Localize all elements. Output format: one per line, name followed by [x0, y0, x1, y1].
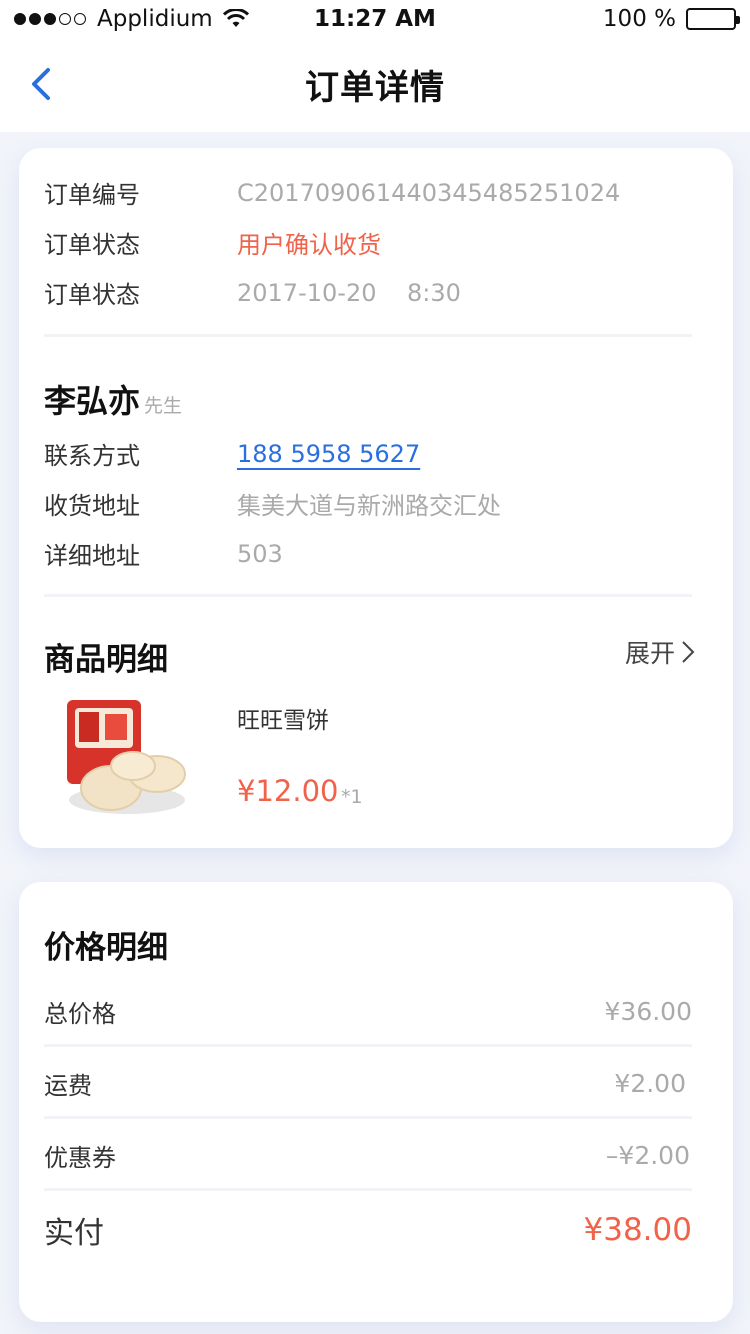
- chevron-right-icon: [682, 641, 695, 663]
- total-price-label: 总价格: [44, 1000, 116, 1028]
- battery-icon: [686, 8, 740, 30]
- order-status-row: 订单状态 用户确认收货: [44, 225, 381, 260]
- divider: [44, 594, 692, 597]
- nav-bar: 订单详情: [0, 40, 750, 132]
- total-price-value: ¥36.00: [604, 997, 692, 1026]
- order-number-value: C2017090614403454852510​24: [237, 178, 621, 207]
- shipping-value: ¥2.00: [614, 1069, 686, 1098]
- address-value: 集美大道与新洲路交汇处: [237, 492, 501, 520]
- address-label: 收货地址: [44, 492, 140, 520]
- divider: [44, 1188, 692, 1191]
- order-time-row: 订单状态 2017-10-20 8:30: [44, 275, 461, 310]
- product-name: 旺旺雪饼: [237, 708, 329, 734]
- order-status-value: 用户确认收货: [237, 231, 381, 259]
- status-right: 100 %: [602, 6, 740, 32]
- contact-name-text: 李弘亦: [44, 382, 141, 420]
- product-quantity: *1: [341, 786, 363, 808]
- phone-link[interactable]: 188 5958 5627: [237, 440, 420, 468]
- coupon-value: –¥2.00: [605, 1141, 690, 1170]
- detail-address-label: 详细地址: [44, 542, 140, 570]
- coupon-label: 优惠券: [44, 1144, 116, 1172]
- order-number-row: 订单编号 C2017090614403454852510​24: [44, 175, 620, 210]
- paid-value: ¥38.00: [583, 1212, 692, 1248]
- product-image: [67, 700, 186, 814]
- total-price-row: 总价格 ¥36.00: [44, 994, 692, 1029]
- goods-title: 商品明细: [44, 642, 168, 678]
- contact-name: 李弘亦 先生: [44, 376, 182, 422]
- order-time-label: 订单状态: [44, 281, 140, 309]
- divider: [44, 1044, 692, 1047]
- expand-button[interactable]: 展开: [625, 634, 695, 670]
- product-price: ¥12.00: [237, 774, 339, 808]
- paid-row: 实付 ¥38.00: [44, 1208, 692, 1252]
- paid-label: 实付: [44, 1216, 104, 1251]
- detail-address-row: 详细地址 503: [44, 536, 283, 571]
- order-number-label: 订单编号: [44, 181, 140, 209]
- phone-label: 联系方式: [44, 442, 140, 470]
- divider: [44, 334, 692, 337]
- order-time-value: 2017-10-20 8:30: [237, 278, 461, 307]
- price-title: 价格明细: [44, 930, 168, 966]
- battery-percent: 100 %: [602, 6, 676, 32]
- phone-row: 联系方式 188 5958 5627: [44, 436, 420, 471]
- status-bar: Applidium 11:27 AM 100 %: [0, 0, 750, 40]
- divider: [44, 1116, 692, 1119]
- shipping-label: 运费: [44, 1072, 92, 1100]
- detail-address-value: 503: [237, 539, 283, 568]
- page-title: 订单详情: [305, 68, 445, 108]
- coupon-row: 优惠券 –¥2.00: [44, 1138, 692, 1173]
- order-detail-card: 订单编号 C2017090614403454852510​24 订单状态 用户确…: [19, 148, 733, 848]
- order-status-label: 订单状态: [44, 231, 140, 259]
- address-row: 收货地址 集美大道与新洲路交汇处: [44, 486, 501, 521]
- contact-title: 先生: [144, 395, 183, 417]
- shipping-row: 运费 ¥2.00: [44, 1066, 692, 1101]
- expand-label: 展开: [624, 639, 675, 668]
- price-detail-card: 价格明细 总价格 ¥36.00 运费 ¥2.00 优惠券 –¥2.00 实付 ¥…: [19, 882, 733, 1322]
